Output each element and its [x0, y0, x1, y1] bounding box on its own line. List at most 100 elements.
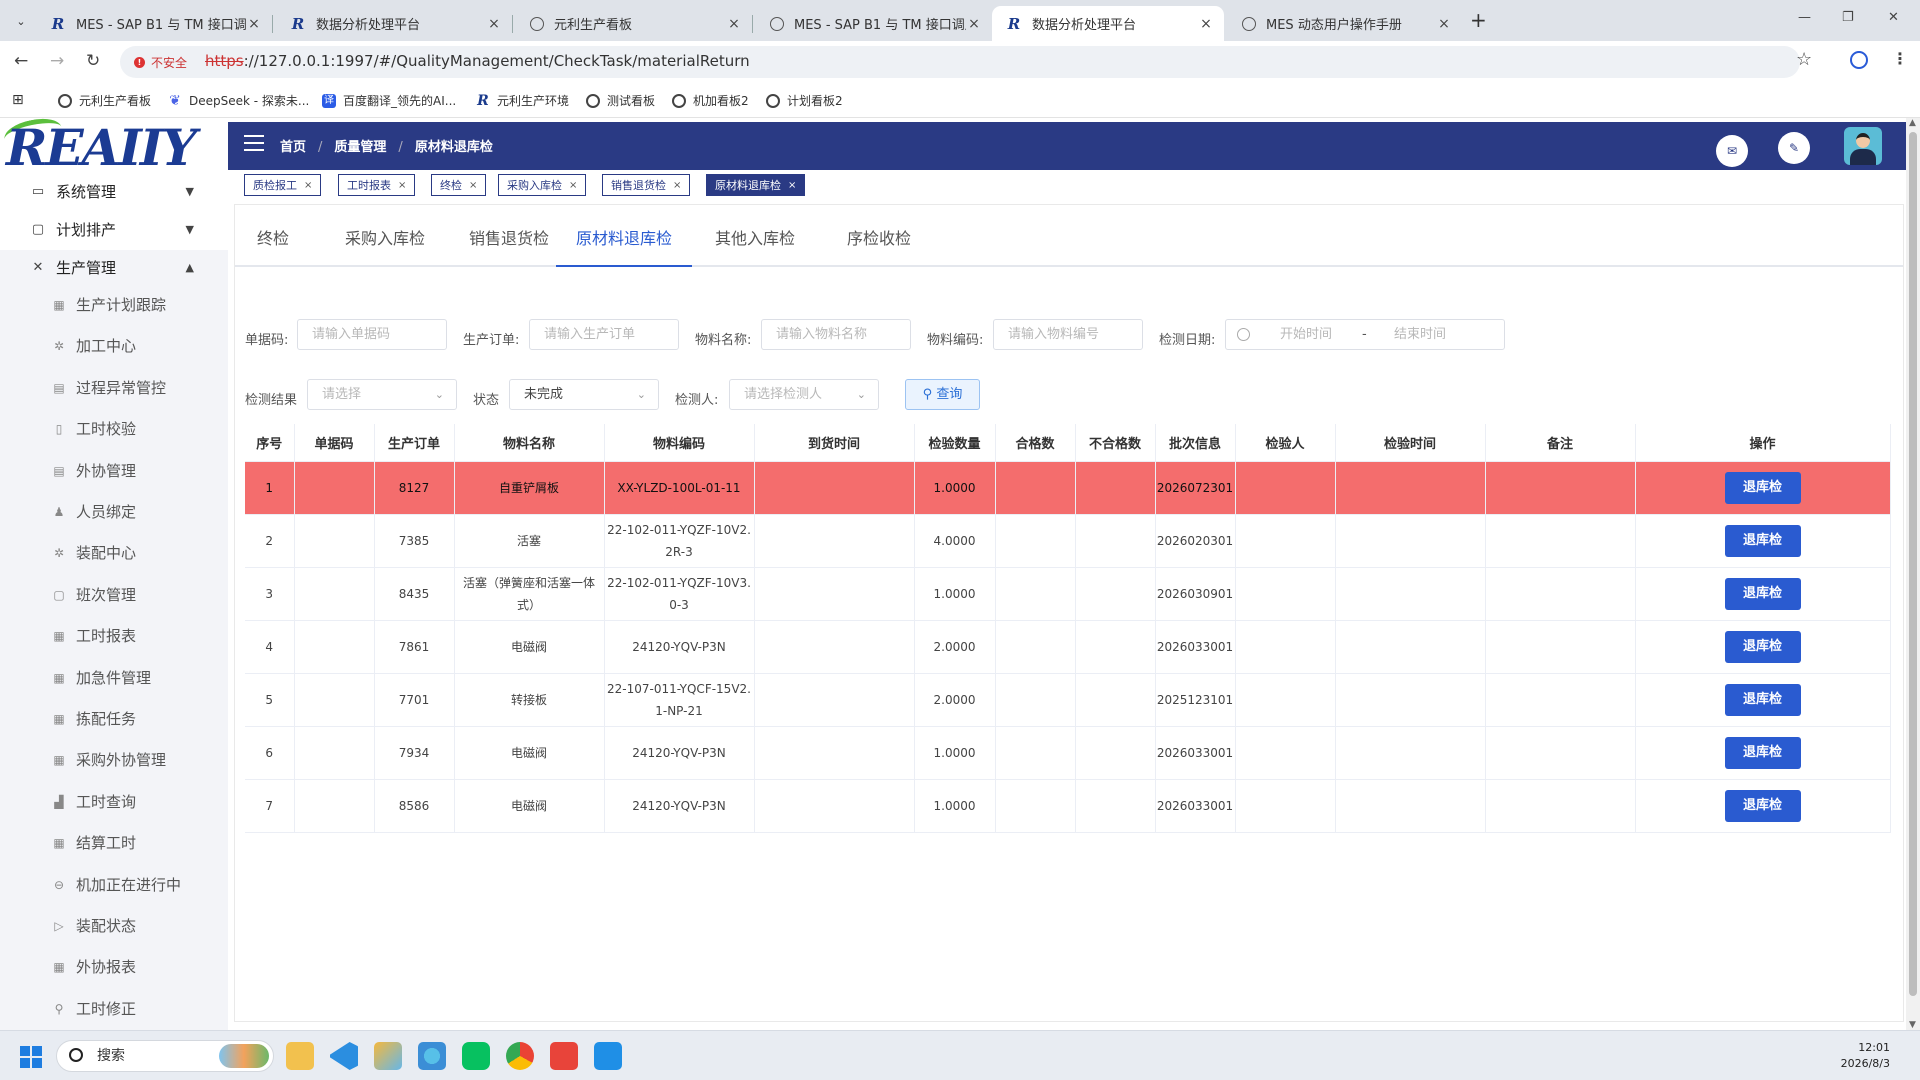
submenu-item[interactable]: ▯ 工时校验: [0, 408, 228, 449]
submenu-item[interactable]: ▦ 工时报表: [0, 615, 228, 656]
tab-purchase-inspection[interactable]: 采购入库检: [335, 225, 435, 267]
url-field[interactable]: ! 不安全 https://127.0.0.1:1997/#/QualityMa…: [120, 46, 1812, 78]
start-date-input[interactable]: 开始时间: [1280, 320, 1332, 349]
submenu-item[interactable]: ⚲ 工时修正: [0, 988, 228, 1029]
tag-quality-report[interactable]: 质检报工 ×: [244, 174, 322, 196]
bookmark-item[interactable]: 测试看板: [586, 92, 655, 109]
submenu-item[interactable]: ✲ 装配中心: [0, 532, 228, 573]
tag-final-inspection[interactable]: 终检 ×: [431, 174, 487, 196]
browser-tab-2[interactable]: R 数据分析处理平台 ×: [276, 6, 513, 41]
browser-tab-1[interactable]: R MES - SAP B1 与 TM 接口调用 ×: [36, 6, 273, 41]
browser-tab-4[interactable]: MES - SAP B1 与 TM 接口调用 ×: [756, 6, 992, 41]
forward-icon[interactable]: →: [50, 51, 64, 71]
profile-icon[interactable]: [1850, 51, 1868, 69]
reload-icon[interactable]: ↻: [86, 51, 100, 71]
submenu-item[interactable]: ▦ 加急件管理: [0, 657, 228, 698]
mail-icon[interactable]: ✉: [1716, 135, 1748, 167]
return-inspection-button[interactable]: 退库检: [1724, 577, 1801, 610]
submenu-item[interactable]: ✲ 加工中心: [0, 325, 228, 366]
close-tab-icon[interactable]: ×: [486, 16, 502, 32]
taskbar-search[interactable]: 搜索: [56, 1040, 274, 1072]
return-inspection-button[interactable]: 退库检: [1724, 789, 1801, 822]
submenu-item[interactable]: ▦ 采购外协管理: [0, 739, 228, 780]
submenu-item[interactable]: ▤ 过程异常管控: [0, 367, 228, 408]
return-inspection-button[interactable]: 退库检: [1724, 683, 1801, 716]
tab-material-return-inspection[interactable]: 原材料退库检: [556, 225, 692, 267]
status-select[interactable]: 未完成 ⌄: [509, 379, 659, 410]
browser-tab-6[interactable]: MES 动态用户操作手册 ×: [1228, 6, 1462, 41]
table-row[interactable]: 7 8586 电磁阀 24120-YQV-P3N 1.0000 2026033001 退库检: [245, 779, 1891, 833]
close-tab-icon[interactable]: ×: [726, 16, 742, 32]
query-button[interactable]: ⚲ 查询: [905, 379, 980, 410]
tag-purchase-inspection[interactable]: 采购入库检 ×: [498, 174, 587, 196]
close-icon[interactable]: ×: [569, 180, 577, 191]
close-icon[interactable]: ×: [788, 180, 796, 191]
browser-menu-icon[interactable]: ⋮: [1892, 49, 1908, 68]
windows-start-icon[interactable]: [20, 1046, 42, 1068]
wechat-icon[interactable]: [462, 1042, 490, 1070]
material-name-input[interactable]: 请输入物料名称: [761, 319, 911, 350]
chrome-icon[interactable]: [506, 1042, 534, 1070]
tag-hours-report[interactable]: 工时报表 ×: [338, 174, 416, 196]
new-tab-button[interactable]: +: [1470, 8, 1487, 32]
browser-tab-5-active[interactable]: R 数据分析处理平台 ×: [992, 6, 1224, 41]
return-inspection-button[interactable]: 退库检: [1724, 471, 1801, 504]
tab-search-icon[interactable]: ⌄: [10, 10, 32, 32]
breadcrumb-quality[interactable]: 质量管理: [334, 140, 386, 155]
close-tab-icon[interactable]: ×: [1198, 16, 1214, 32]
wps-icon[interactable]: [550, 1042, 578, 1070]
vscode-icon[interactable]: [330, 1042, 358, 1070]
system-clock[interactable]: 12:01 2026/8/3: [1841, 1040, 1890, 1072]
submenu-item[interactable]: ▷ 装配状态: [0, 905, 228, 946]
restore-icon[interactable]: ❐: [1842, 10, 1854, 25]
app-icon[interactable]: [418, 1042, 446, 1070]
close-tab-icon[interactable]: ×: [1436, 16, 1452, 32]
tab-final-inspection[interactable]: 终检: [249, 225, 297, 267]
table-row[interactable]: 6 7934 电磁阀 24120-YQV-P3N 1.0000 2026033001 退库检: [245, 726, 1891, 780]
minimize-icon[interactable]: —: [1798, 10, 1811, 25]
submenu-item[interactable]: ▦ 结算工时: [0, 822, 228, 863]
bookmark-item[interactable]: 元利生产看板: [58, 92, 151, 109]
submenu-item[interactable]: ⊖ 机加正在进行中: [0, 864, 228, 905]
security-indicator[interactable]: ! 不安全: [134, 54, 187, 71]
return-inspection-button[interactable]: 退库检: [1724, 630, 1801, 663]
prod-order-input[interactable]: 请输入生产订单: [529, 319, 679, 350]
tab-sales-return-inspection[interactable]: 销售退货检: [455, 225, 563, 267]
browser-tab-3[interactable]: 元利生产看板 ×: [516, 6, 753, 41]
tag-sales-return-inspection[interactable]: 销售退货检 ×: [602, 174, 691, 196]
bookmark-star-icon[interactable]: ☆: [1796, 49, 1812, 70]
avatar[interactable]: [1844, 127, 1882, 165]
menu-production-management[interactable]: ✕ 生产管理 ▲: [0, 250, 228, 284]
submenu-item[interactable]: ♟ 人员绑定: [0, 491, 228, 532]
end-date-input[interactable]: 结束时间: [1394, 320, 1446, 349]
material-code-input[interactable]: 请输入物料编号: [993, 319, 1143, 350]
app-icon[interactable]: [594, 1042, 622, 1070]
table-row[interactable]: 3 8435 活塞（弹簧座和活塞一体式） 22-102-011-YQZF-10V3.0…: [245, 567, 1891, 621]
menu-system-management[interactable]: ▭ 系统管理 ▼: [0, 174, 228, 208]
hamburger-menu-icon[interactable]: [244, 135, 264, 151]
close-tab-icon[interactable]: ×: [246, 16, 262, 32]
close-tab-icon[interactable]: ×: [966, 16, 982, 32]
inspector-select[interactable]: 请选择检测人 ⌄: [729, 379, 879, 410]
check-date-range[interactable]: 开始时间 - 结束时间: [1225, 319, 1505, 350]
doc-code-input[interactable]: 请输入单据码: [297, 319, 447, 350]
scroll-up-icon[interactable]: ▲: [1909, 118, 1916, 128]
close-icon[interactable]: ×: [673, 180, 681, 191]
submenu-item[interactable]: ▦ 拣配任务: [0, 698, 228, 739]
app-icon[interactable]: [374, 1042, 402, 1070]
table-row[interactable]: 5 7701 转接板 22-107-011-YQCF-15V2.1-NP-21 2.00…: [245, 673, 1891, 727]
bookmark-item[interactable]: R 元利生产环境: [476, 92, 569, 109]
menu-planning[interactable]: ▢ 计划排产 ▼: [0, 212, 228, 246]
window-close-icon[interactable]: ✕: [1888, 10, 1899, 25]
close-icon[interactable]: ×: [398, 180, 406, 191]
result-select[interactable]: 请选择 ⌄: [307, 379, 457, 410]
file-explorer-icon[interactable]: [286, 1042, 314, 1070]
bookmark-item[interactable]: ❦ DeepSeek - 探索未...: [168, 92, 309, 109]
back-icon[interactable]: ←: [14, 51, 28, 71]
submenu-item[interactable]: ▦ 外协报表: [0, 946, 228, 987]
submenu-item[interactable]: ▦ 生产计划跟踪: [0, 284, 228, 325]
submenu-item[interactable]: ▢ 班次管理: [0, 574, 228, 615]
table-row[interactable]: 4 7861 电磁阀 24120-YQV-P3N 2.0000 2026033001 退库检: [245, 620, 1891, 674]
close-icon[interactable]: ×: [304, 180, 312, 191]
return-inspection-button[interactable]: 退库检: [1724, 524, 1801, 557]
